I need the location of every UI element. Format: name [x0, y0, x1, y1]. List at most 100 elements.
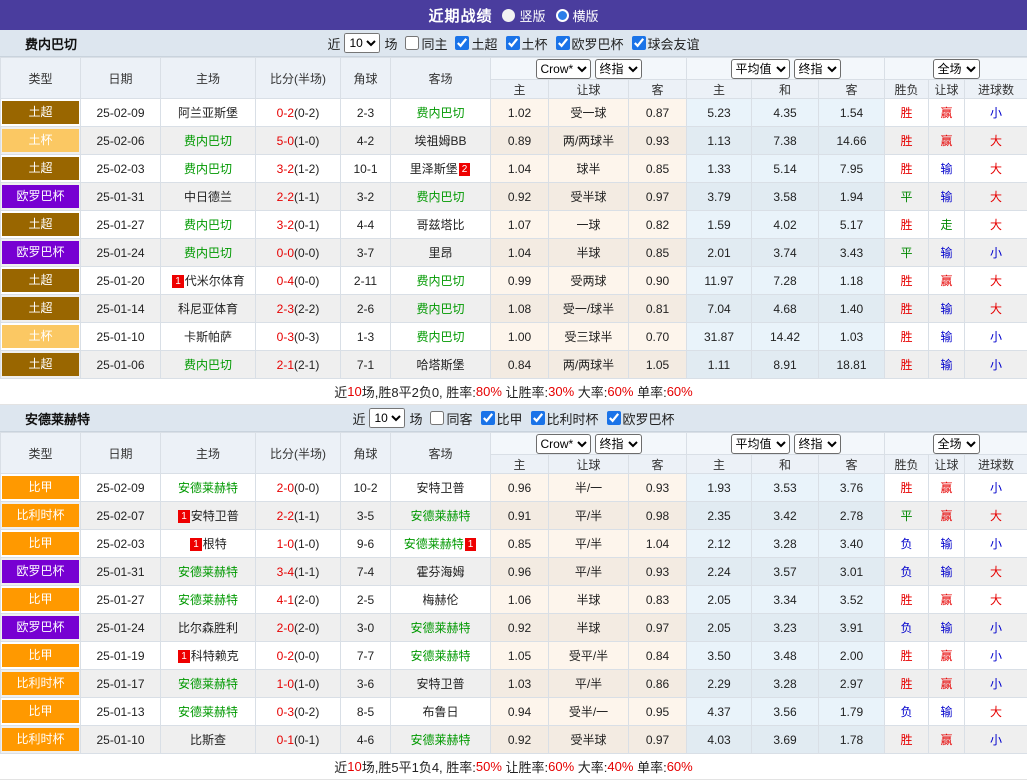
- recent-count-select[interactable]: 10: [344, 33, 380, 53]
- team-name: 费内巴切: [184, 246, 232, 260]
- home-team-cell: 比斯查: [161, 726, 256, 754]
- bookmaker-select[interactable]: Crow*: [536, 59, 591, 79]
- sub-column-header: 客: [819, 455, 885, 474]
- league-type-badge: 欧罗巴杯: [2, 185, 79, 208]
- scope-select[interactable]: 全场: [933, 59, 980, 79]
- odds-stage-select[interactable]: 终指: [595, 59, 642, 79]
- odds-away-cell: 0.81: [629, 295, 687, 323]
- league-filter[interactable]: 球会友谊: [628, 34, 700, 53]
- result-cell: 小: [965, 239, 1027, 267]
- team-section: 安德莱赫特 近 10 场 同客 比甲 比利时杯 欧罗巴杯: [0, 405, 1027, 780]
- same-venue-filter[interactable]: 同客: [426, 409, 472, 428]
- avg-away-cell: 1.40: [819, 295, 885, 323]
- league-type-cell: 土超: [1, 211, 81, 239]
- sub-column-header: 主: [491, 80, 549, 99]
- away-team-cell: 安德莱赫特: [391, 726, 491, 754]
- bookmaker-select[interactable]: Crow*: [536, 434, 591, 454]
- avg-draw-cell: 3.56: [752, 698, 819, 726]
- radio-icon[interactable]: [556, 9, 569, 22]
- team-name: 安德莱赫特: [410, 649, 470, 663]
- scope-select[interactable]: 全场: [933, 434, 980, 454]
- recent-count-select[interactable]: 10: [369, 408, 405, 428]
- odds-stage-select[interactable]: 终指: [595, 434, 642, 454]
- matches-table: 类型日期主场比分(半场)角球客场 Crow*终指 平均值终指 全场 主让球客主和…: [0, 432, 1027, 754]
- same-venue-filter[interactable]: 同主: [401, 34, 447, 53]
- league-checkbox[interactable]: [455, 36, 469, 50]
- same-venue-checkbox[interactable]: [430, 411, 444, 425]
- league-checkbox[interactable]: [607, 411, 621, 425]
- handicap-cell: 受半/一: [549, 698, 629, 726]
- team-name: 科特赖克: [191, 649, 239, 663]
- result-cell: 小: [965, 670, 1027, 698]
- league-checkbox[interactable]: [506, 36, 520, 50]
- average-stage-select[interactable]: 终指: [794, 59, 841, 79]
- league-type-badge: 土超: [2, 297, 79, 320]
- sub-column-header: 让球: [929, 80, 965, 99]
- result-cell: 输: [929, 239, 965, 267]
- league-filter[interactable]: 土超: [451, 34, 497, 53]
- radio-icon[interactable]: [502, 9, 515, 22]
- sub-column-header: 和: [752, 455, 819, 474]
- team-name: 安德莱赫特: [178, 593, 238, 607]
- score-cell: 2-2(1-1): [256, 183, 341, 211]
- league-filter[interactable]: 比甲: [477, 409, 523, 428]
- average-stage-select[interactable]: 终指: [794, 434, 841, 454]
- corner-cell: 4-4: [341, 211, 391, 239]
- odds-home-cell: 1.07: [491, 211, 549, 239]
- avg-home-cell: 3.79: [687, 183, 752, 211]
- halftime-score: (0-0): [294, 481, 319, 495]
- handicap-cell: 球半: [549, 155, 629, 183]
- team-name: 里泽斯堡: [410, 162, 458, 176]
- team-name: 费内巴切: [184, 218, 232, 232]
- odds-away-cell: 0.85: [629, 155, 687, 183]
- odds-away-cell: 0.97: [629, 726, 687, 754]
- team-name: 安德莱赫特: [404, 537, 464, 551]
- odds-away-cell: 0.85: [629, 239, 687, 267]
- league-type-badge: 土杯: [2, 129, 79, 152]
- result-cell: 大: [965, 502, 1027, 530]
- league-checkbox[interactable]: [531, 411, 545, 425]
- halftime-score: (0-0): [294, 246, 319, 260]
- layout-radio-horizontal[interactable]: 横版: [556, 6, 599, 25]
- team-name: 阿兰亚斯堡: [178, 106, 238, 120]
- fulltime-score: 1-0: [277, 537, 294, 551]
- team-name: 费内巴切: [416, 190, 464, 204]
- sub-column-header: 主: [491, 455, 549, 474]
- league-filter[interactable]: 欧罗巴杯: [603, 409, 675, 428]
- date-cell: 25-01-27: [81, 586, 161, 614]
- odds-away-cell: 1.05: [629, 351, 687, 379]
- avg-draw-cell: 3.57: [752, 558, 819, 586]
- halftime-score: (1-2): [294, 162, 319, 176]
- avg-draw-cell: 3.23: [752, 614, 819, 642]
- team-name: 安德莱赫特: [178, 677, 238, 691]
- away-team-cell: 哈塔斯堡: [391, 351, 491, 379]
- games-label: 场: [409, 409, 422, 428]
- league-filter[interactable]: 欧罗巴杯: [552, 34, 624, 53]
- odds-away-cell: 0.93: [629, 127, 687, 155]
- team-name: 安特卫普: [191, 509, 239, 523]
- league-checkbox-label: 比甲: [497, 409, 523, 428]
- fulltime-score: 3-2: [277, 162, 294, 176]
- result-cell: 大: [965, 558, 1027, 586]
- result-cell: 大: [965, 211, 1027, 239]
- avg-away-cell: 7.95: [819, 155, 885, 183]
- score-cell: 5-0(1-0): [256, 127, 341, 155]
- average-select[interactable]: 平均值: [731, 434, 790, 454]
- halftime-score: (0-0): [294, 274, 319, 288]
- avg-away-cell: 1.79: [819, 698, 885, 726]
- result-cell: 胜: [885, 211, 929, 239]
- league-checkbox[interactable]: [556, 36, 570, 50]
- result-cell: 负: [885, 558, 929, 586]
- average-select[interactable]: 平均值: [731, 59, 790, 79]
- match-row: 欧罗巴杯 25-01-31 安德莱赫特 3-4(1-1) 7-4 霍芬海姆 0.…: [1, 558, 1027, 586]
- same-venue-checkbox[interactable]: [405, 36, 419, 50]
- scope-group-header: 全场: [885, 433, 1027, 455]
- league-checkbox[interactable]: [481, 411, 495, 425]
- league-checkbox[interactable]: [632, 36, 646, 50]
- score-cell: 4-1(2-0): [256, 586, 341, 614]
- league-filter[interactable]: 比利时杯: [527, 409, 599, 428]
- league-filter[interactable]: 土杯: [502, 34, 548, 53]
- corner-cell: 3-2: [341, 183, 391, 211]
- summary-part: 大率:: [574, 382, 607, 401]
- layout-radio-vertical[interactable]: 竖版: [502, 6, 545, 25]
